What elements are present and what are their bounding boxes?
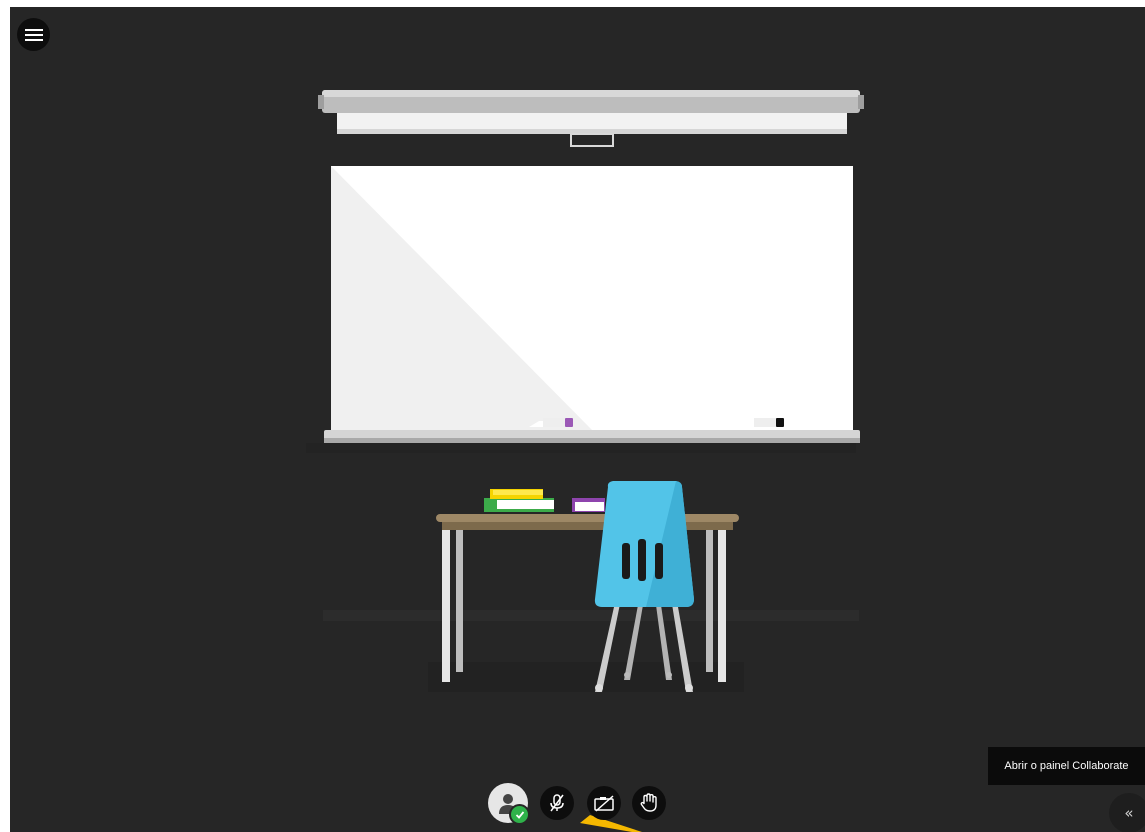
collaborate-panel-tooltip: Abrir o painel Collaborate (988, 747, 1145, 785)
microphone-muted-icon (550, 794, 564, 812)
whiteboard-illustration (306, 166, 860, 453)
books-illustration (484, 489, 605, 512)
camera-off-icon (594, 795, 614, 812)
open-collaborate-panel-button[interactable]: « (1109, 793, 1145, 832)
tooltip-text: Abrir o painel Collaborate (1004, 760, 1129, 772)
main-menu-button[interactable] (17, 18, 50, 51)
microphone-toggle-button[interactable] (540, 786, 574, 820)
raise-hand-button[interactable] (632, 786, 666, 820)
empty-classroom-illustration (306, 90, 864, 832)
checkmark-icon (515, 810, 524, 819)
hamburger-menu-icon (24, 28, 43, 41)
projector-screen-illustration (318, 90, 864, 147)
classroom-stage: Abrir o painel Collaborate « (10, 7, 1145, 832)
my-status-avatar-button[interactable] (488, 783, 530, 825)
status-badge (509, 804, 530, 825)
desk-illustration (436, 489, 739, 682)
raise-hand-icon (640, 793, 657, 812)
double-chevron-left-icon: « (1124, 804, 1134, 822)
camera-toggle-button[interactable] (587, 786, 621, 820)
chair-illustration (594, 481, 694, 692)
